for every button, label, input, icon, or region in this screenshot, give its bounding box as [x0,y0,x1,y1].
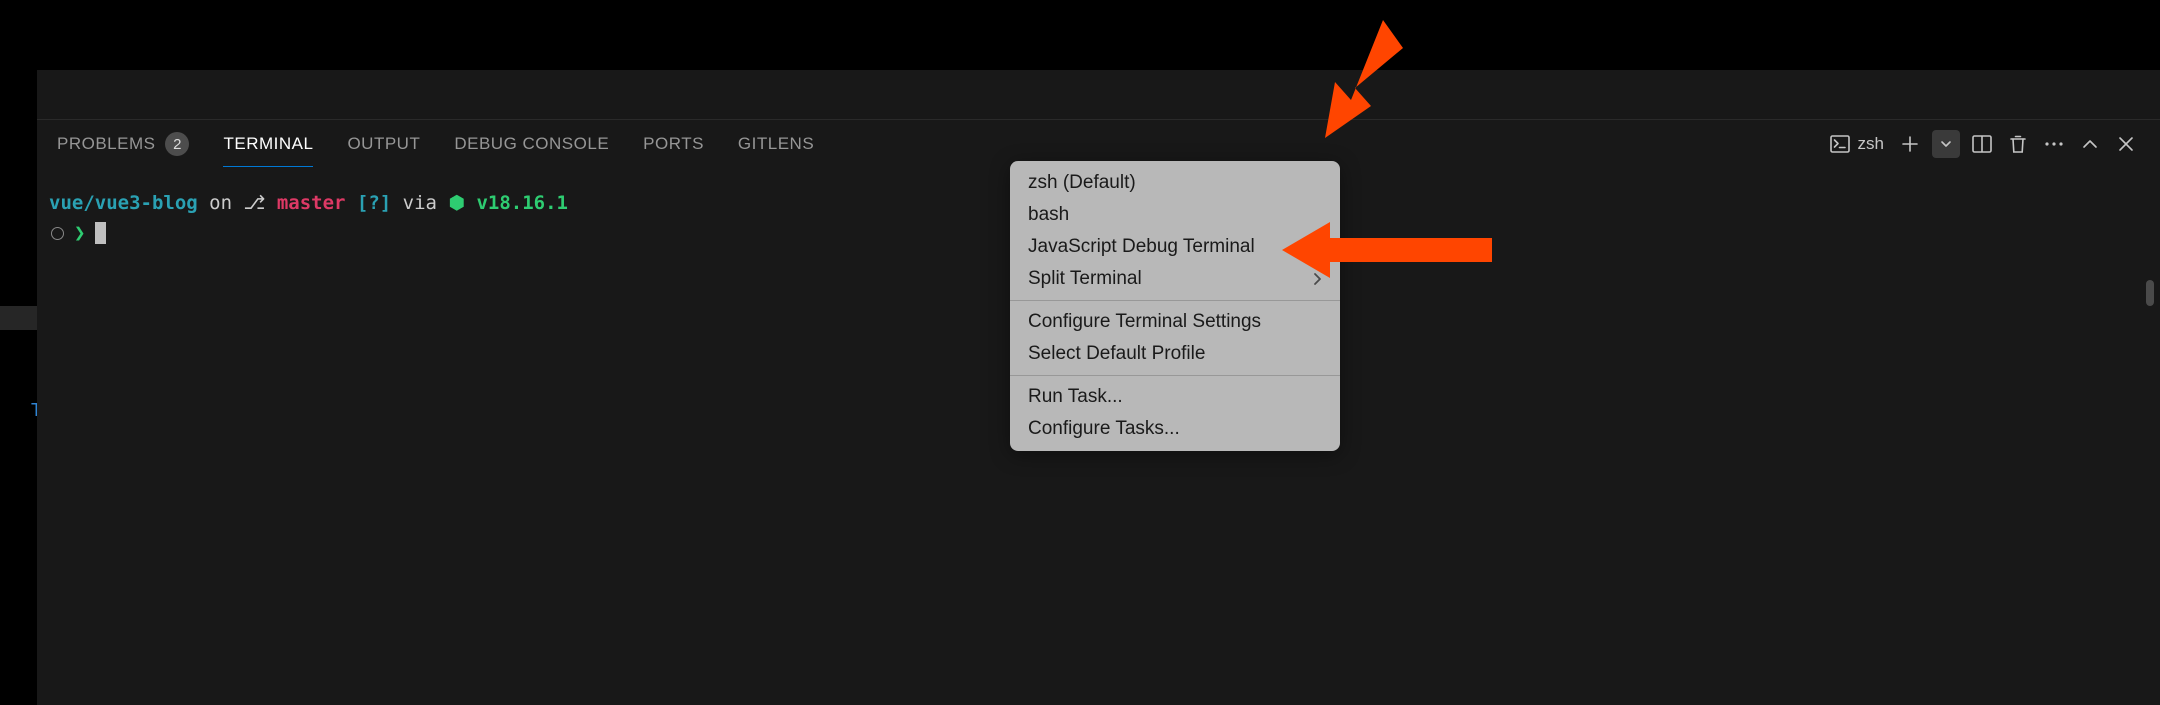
prompt-on-text: on [198,190,244,218]
more-actions-button[interactable] [2040,130,2068,158]
menu-item-zsh-default[interactable]: zsh (Default) [1010,167,1340,199]
panel-toolbar: zsh [1830,130,2140,158]
menu-item-label: JavaScript Debug Terminal [1028,236,1255,258]
prompt-arrow: ❯ [74,220,85,248]
prompt-via-text: via [391,190,448,218]
tab-problems[interactable]: PROBLEMS 2 [57,120,189,168]
menu-item-label: Run Task... [1028,386,1123,408]
tab-problems-label: PROBLEMS [57,134,155,154]
annotation-arrow-right [1282,222,1492,278]
problems-badge: 2 [165,132,189,156]
new-terminal-button[interactable] [1896,130,1924,158]
tab-terminal[interactable]: TERMINAL [223,122,313,167]
tab-output[interactable]: OUTPUT [347,122,420,166]
menu-item-label: bash [1028,204,1069,226]
terminal-cursor [95,222,106,244]
tab-output-label: OUTPUT [347,134,420,154]
menu-separator [1010,375,1340,376]
kill-terminal-button[interactable] [2004,130,2032,158]
active-shell-label: zsh [1858,134,1884,154]
git-branch-icon: ⎇ [243,190,265,218]
close-panel-button[interactable] [2112,130,2140,158]
editor-tab-strip [37,70,2160,120]
menu-item-label: Configure Terminal Settings [1028,311,1261,333]
prompt-git-status: [?] [357,190,391,218]
new-terminal-dropdown-button[interactable] [1932,130,1960,158]
tab-gitlens[interactable]: GITLENS [738,122,814,166]
new-terminal-menu: zsh (Default) bash JavaScript Debug Term… [1010,161,1340,451]
menu-item-configure-tasks[interactable]: Configure Tasks... [1010,413,1340,445]
menu-item-select-default-profile[interactable]: Select Default Profile [1010,338,1340,370]
prompt-branch: master [265,190,357,218]
node-icon: ⬢ [448,190,465,218]
menu-item-label: Select Default Profile [1028,343,1205,365]
editor-gutter-highlight [0,306,37,330]
split-terminal-button[interactable] [1968,130,1996,158]
tab-ports-label: PORTS [643,134,704,154]
menu-item-label: zsh (Default) [1028,172,1136,194]
menu-item-label: Split Terminal [1028,268,1142,290]
panel-tabs: PROBLEMS 2 TERMINAL OUTPUT DEBUG CONSOLE… [57,120,814,168]
menu-item-configure-settings[interactable]: Configure Terminal Settings [1010,306,1340,338]
tab-terminal-label: TERMINAL [223,134,313,154]
annotation-arrow-top [1320,20,1410,140]
scrollbar-thumb[interactable] [2146,280,2154,306]
menu-separator [1010,300,1340,301]
menu-item-run-task[interactable]: Run Task... [1010,381,1340,413]
tab-debug-console-label: DEBUG CONSOLE [454,134,609,154]
maximize-panel-button[interactable] [2076,130,2104,158]
menu-item-label: Configure Tasks... [1028,418,1180,440]
prompt-cwd: vue/vue3-blog [49,190,198,218]
tab-gitlens-label: GITLENS [738,134,814,154]
terminal-icon [1830,135,1850,153]
prompt-status-icon [51,227,64,240]
tab-debug-console[interactable]: DEBUG CONSOLE [454,122,609,166]
active-shell[interactable]: zsh [1830,134,1884,154]
tab-ports[interactable]: PORTS [643,122,704,166]
prompt-node-version: v18.16.1 [465,190,568,218]
